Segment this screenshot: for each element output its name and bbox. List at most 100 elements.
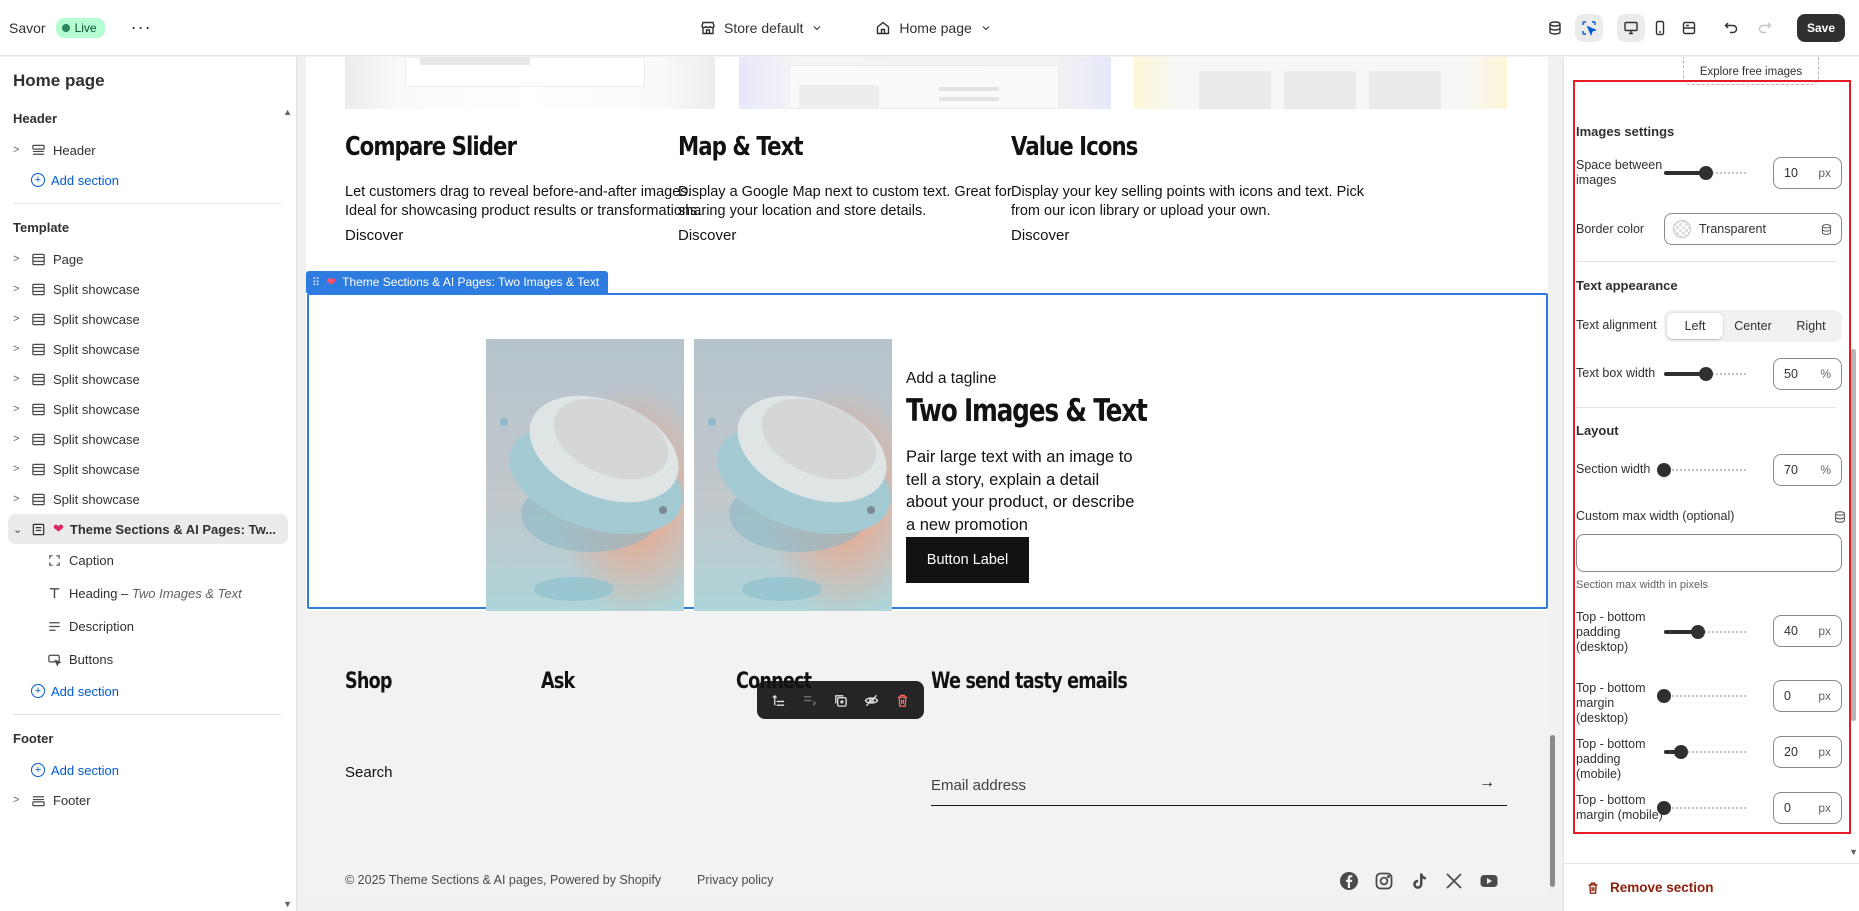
margin-mobile-value[interactable] — [1784, 801, 1814, 815]
feature-description[interactable]: Let customers drag to reveal before-and-… — [345, 183, 715, 221]
sidebar-item-footer[interactable]: > Footer — [0, 785, 296, 815]
instagram-icon[interactable] — [1373, 870, 1395, 892]
sidebar-item-template[interactable]: > Split showcase — [0, 394, 296, 424]
panel-scroll-thumb[interactable] — [1851, 349, 1856, 721]
feature-image[interactable] — [345, 57, 715, 109]
facebook-icon[interactable] — [1338, 870, 1360, 892]
privacy-policy-link[interactable]: Privacy policy — [697, 873, 773, 887]
footer-link-search[interactable]: Search — [345, 764, 393, 781]
chevron-down-icon[interactable]: ⌄ — [13, 523, 31, 536]
chevron-right-icon[interactable]: > — [13, 403, 31, 415]
save-button[interactable]: Save — [1796, 14, 1845, 42]
mobile-view-button[interactable] — [1646, 14, 1674, 42]
sidebar-item-template[interactable]: > Split showcase — [0, 334, 296, 364]
pad-desktop-value[interactable] — [1784, 624, 1814, 638]
add-section-header[interactable]: + Add section — [0, 165, 296, 195]
block-description[interactable]: Description — [0, 610, 296, 643]
sidebar-item-template[interactable]: > Split showcase — [0, 274, 296, 304]
page-selector[interactable]: Home page — [875, 20, 991, 36]
chevron-right-icon[interactable]: > — [13, 493, 31, 505]
drag-handle-icon[interactable]: ⠿ — [312, 276, 320, 289]
section-description[interactable]: Pair large text with an image to tell a … — [906, 446, 1136, 536]
tiktok-icon[interactable] — [1408, 870, 1430, 892]
database-icon[interactable] — [1833, 510, 1847, 524]
sidebar-item-two-images-text[interactable]: ⌄ ❤ Theme Sections & AI Pages: Tw... — [8, 514, 288, 544]
chevron-right-icon[interactable]: > — [13, 794, 31, 806]
chevron-right-icon[interactable]: > — [13, 283, 31, 295]
feature-title[interactable]: Value Icons — [1011, 132, 1314, 162]
delete-button[interactable] — [891, 688, 915, 712]
margin-desktop-input[interactable]: px — [1773, 680, 1842, 712]
desktop-view-button[interactable] — [1616, 14, 1645, 42]
sidebar-item-template[interactable]: > Split showcase — [0, 304, 296, 334]
chevron-right-icon[interactable]: > — [13, 373, 31, 385]
feature-title[interactable]: Compare Slider — [345, 132, 648, 162]
feature-description[interactable]: Display your key selling points with ico… — [1011, 183, 1381, 221]
section-image-1[interactable] — [486, 339, 684, 635]
section-width-slider[interactable] — [1657, 462, 1748, 478]
redo-button[interactable] — [1751, 14, 1779, 42]
sidebar-item-template[interactable]: > Page — [0, 244, 296, 274]
scroll-up-arrow[interactable]: ▲ — [283, 107, 292, 117]
preview-scroll-thumb[interactable] — [1550, 735, 1555, 887]
feature-title[interactable]: Map & Text — [678, 132, 981, 162]
sidebar-item-template[interactable]: > Split showcase — [0, 484, 296, 514]
feature-discover-link[interactable]: Discover — [678, 227, 736, 244]
section-tagline[interactable]: Add a tagline — [906, 370, 997, 388]
feature-image[interactable] — [1134, 57, 1507, 109]
section-image-2[interactable] — [694, 339, 892, 635]
hide-button[interactable] — [860, 688, 884, 712]
text-box-width-value[interactable] — [1784, 367, 1814, 381]
margin-desktop-value[interactable] — [1784, 689, 1814, 703]
duplicate-button[interactable] — [829, 688, 853, 712]
section-width-input[interactable]: % — [1773, 454, 1842, 486]
x-icon[interactable] — [1443, 870, 1465, 892]
align-right-option[interactable]: Right — [1783, 313, 1839, 339]
align-center-option[interactable]: Center — [1725, 313, 1781, 339]
section-cta-button[interactable]: Button Label — [906, 537, 1029, 583]
chevron-right-icon[interactable]: > — [13, 433, 31, 445]
section-width-value[interactable] — [1784, 463, 1814, 477]
feature-description[interactable]: Display a Google Map next to custom text… — [678, 183, 1048, 221]
store-selector[interactable]: Store default — [700, 20, 823, 36]
margin-mobile-slider[interactable] — [1657, 800, 1748, 816]
chevron-right-icon[interactable]: > — [13, 313, 31, 325]
youtube-icon[interactable] — [1478, 870, 1500, 892]
inspector-toggle[interactable] — [1574, 14, 1603, 42]
space-between-slider[interactable] — [1664, 165, 1748, 181]
scroll-down-arrow[interactable]: ▼ — [1849, 847, 1858, 857]
section-heading[interactable]: Two Images & Text — [906, 393, 1148, 429]
undo-button[interactable] — [1717, 14, 1745, 42]
align-left-option[interactable]: Left — [1667, 313, 1723, 339]
chevron-right-icon[interactable]: > — [13, 144, 31, 156]
margin-desktop-slider[interactable] — [1657, 688, 1748, 704]
theme-data-button[interactable] — [1541, 14, 1569, 42]
pad-desktop-input[interactable]: px — [1773, 615, 1842, 647]
pad-desktop-slider[interactable] — [1664, 624, 1748, 640]
block-buttons[interactable]: Buttons — [0, 643, 296, 676]
add-section-template[interactable]: + Add section — [0, 676, 296, 706]
section-selection-tag[interactable]: ⠿ ❤ Theme Sections & AI Pages: Two Image… — [306, 271, 609, 293]
arrow-right-icon[interactable]: → — [1479, 774, 1495, 792]
preview-scrollbar[interactable] — [1550, 65, 1555, 895]
text-box-width-input[interactable]: % — [1773, 358, 1842, 390]
text-box-width-slider[interactable] — [1664, 366, 1748, 382]
border-color-picker[interactable]: Transparent — [1664, 213, 1842, 245]
margin-mobile-input[interactable]: px — [1773, 792, 1842, 824]
sidebar-item-template[interactable]: > Split showcase — [0, 424, 296, 454]
database-icon[interactable] — [1820, 223, 1833, 236]
feature-discover-link[interactable]: Discover — [1011, 227, 1069, 244]
chevron-right-icon[interactable]: > — [13, 463, 31, 475]
space-between-value[interactable] — [1784, 166, 1814, 180]
space-between-input[interactable]: px — [1773, 157, 1842, 189]
chevron-right-icon[interactable]: > — [13, 343, 31, 355]
remove-section-button[interactable]: Remove section — [1564, 863, 1859, 911]
fullwidth-view-button[interactable] — [1675, 14, 1703, 42]
more-actions-button[interactable]: ··· — [131, 17, 152, 38]
custom-max-width-input[interactable] — [1577, 535, 1841, 571]
panel-scrollbar[interactable] — [1851, 57, 1857, 911]
sidebar-item-template[interactable]: > Split showcase — [0, 364, 296, 394]
pad-mobile-slider[interactable] — [1664, 744, 1748, 760]
feature-image[interactable] — [739, 57, 1111, 109]
pad-mobile-input[interactable]: px — [1773, 736, 1842, 768]
